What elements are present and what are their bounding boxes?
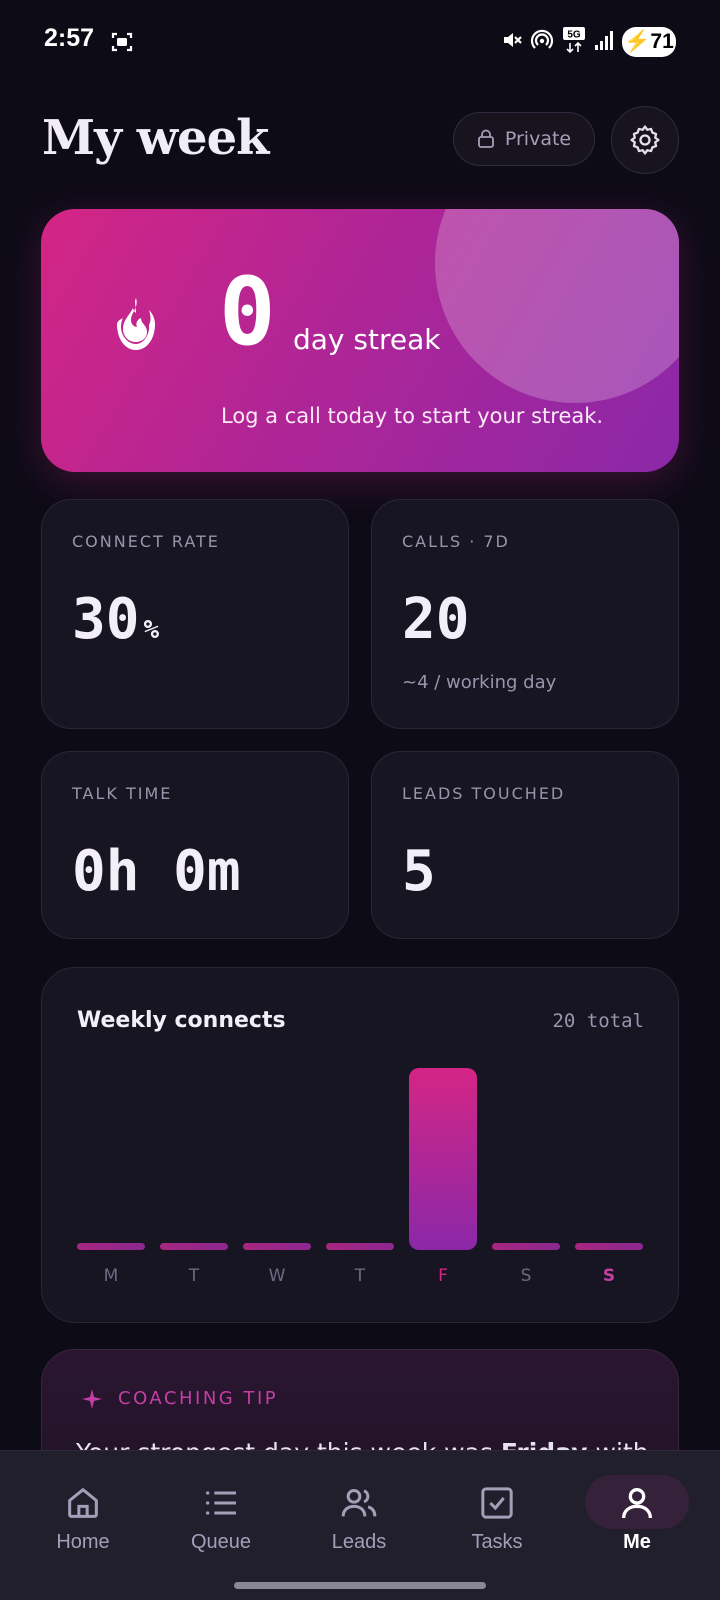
battery-bolt-icon: ⚡ [624, 30, 651, 53]
chart-bar-1 [160, 1243, 228, 1250]
home-icon [68, 1488, 98, 1518]
decorative-circle [435, 209, 679, 403]
chart-tick-label-5: S [521, 1266, 532, 1286]
list-icon [206, 1491, 236, 1515]
streak-unit-label: day streak [293, 323, 441, 356]
status-bar: 2:57 5G ⚡ 71 [0, 0, 720, 84]
status-time: 2:57 [44, 24, 95, 52]
stat-card-calls[interactable]: CALLS · 7D 20 ~4 / working day [371, 499, 679, 729]
chart-tick-label-6: S [603, 1266, 615, 1286]
chart-bar-0 [77, 1243, 145, 1250]
nav-item-queue[interactable]: Queue [161, 1451, 281, 1561]
hotspot-icon [530, 29, 554, 49]
streak-card: 0 day streak Log a call today to start y… [41, 209, 679, 472]
nav-item-home[interactable]: Home [23, 1451, 143, 1561]
stat-value: 0h 0m [72, 839, 241, 904]
users-icon [341, 1489, 377, 1517]
bar-chart: MTWTFSS [77, 1068, 643, 1286]
nav-item-me[interactable]: Me [577, 1451, 697, 1561]
chart-tick-label-2: W [269, 1266, 286, 1286]
chart-tick-label-1: T [188, 1266, 200, 1286]
user-icon [622, 1488, 652, 1519]
network-5g-icon: 5G [563, 27, 585, 54]
privacy-label: Private [504, 128, 572, 150]
nav-label: Tasks [471, 1531, 523, 1553]
stat-value: 5 [402, 839, 436, 904]
stat-card-leads-touched[interactable]: LEADS TOUCHED 5 [371, 751, 679, 939]
chart-bar-6 [575, 1243, 643, 1250]
tip-label: COACHING TIP [118, 1388, 279, 1409]
weekly-connects-card: Weekly connects 20 total MTWTFSS [41, 967, 679, 1323]
stat-value: 20 [402, 587, 470, 652]
lock-icon [477, 129, 494, 148]
home-indicator[interactable] [234, 1582, 486, 1589]
streak-hint: Log a call today to start your streak. [221, 404, 604, 428]
privacy-toggle[interactable]: Private [453, 112, 595, 166]
chart-tick-label-0: M [104, 1266, 119, 1286]
nav-item-leads[interactable]: Leads [299, 1451, 419, 1561]
stat-label: CONNECT RATE [72, 532, 220, 551]
chart-tick-label-3: T [354, 1266, 366, 1286]
streak-count: 0 [219, 258, 276, 367]
stat-card-talk-time[interactable]: TALK TIME 0h 0m [41, 751, 349, 939]
stat-label: LEADS TOUCHED [402, 784, 566, 803]
checkbox-icon [481, 1487, 513, 1519]
chart-bar-2 [243, 1243, 311, 1250]
stat-value: 30% [72, 592, 159, 648]
stat-subtext: ~4 / working day [402, 672, 557, 693]
tip-header: COACHING TIP [82, 1388, 278, 1409]
nav-item-tasks[interactable]: Tasks [437, 1451, 557, 1561]
gear-icon [630, 125, 660, 155]
signal-icon [595, 31, 613, 50]
chart-bar-5 [492, 1243, 560, 1250]
chart-bar-3 [326, 1243, 394, 1250]
page-title: My week [42, 110, 269, 166]
screenshot-icon [111, 32, 133, 52]
stat-label: TALK TIME [72, 784, 173, 803]
nav-label: Home [56, 1531, 110, 1553]
chart-tick-label-4: F [438, 1266, 448, 1286]
battery-level: 71 [650, 30, 674, 53]
bottom-nav: Home Queue Leads Tasks Me [0, 1450, 720, 1600]
chart-bar-4 [409, 1068, 477, 1250]
sparkle-icon [82, 1388, 102, 1409]
battery-indicator: ⚡ 71 [622, 27, 676, 57]
nav-label: Queue [190, 1531, 252, 1553]
mute-icon [504, 33, 522, 47]
settings-button[interactable] [611, 106, 679, 174]
stat-card-connect-rate[interactable]: CONNECT RATE 30% [41, 499, 349, 729]
flame-icon [117, 298, 155, 350]
stat-number: 30 [72, 587, 140, 652]
svg-text:5G: 5G [567, 30, 581, 41]
nav-label: Me [623, 1531, 651, 1553]
nav-label: Leads [331, 1531, 387, 1553]
stat-label: CALLS · 7D [402, 532, 510, 551]
stat-unit: % [143, 615, 160, 645]
